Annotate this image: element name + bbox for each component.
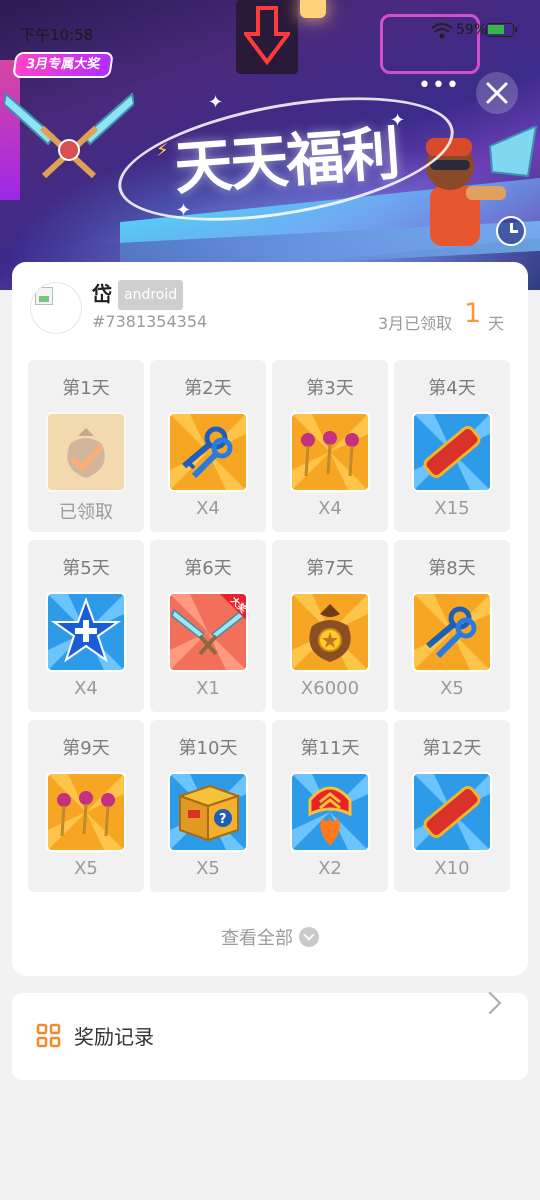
close-button[interactable] xyxy=(476,72,518,114)
svg-text:?: ? xyxy=(219,812,227,827)
reward-cell-day8[interactable]: 第8天 X5 xyxy=(394,540,510,712)
user-name: 岱 xyxy=(92,282,112,306)
reward-cell-day10[interactable]: 第10天 ? X5 xyxy=(150,720,266,892)
reward-day-label: 第6天 xyxy=(184,558,232,579)
reward-day-label: 第2天 xyxy=(184,378,232,399)
reward-cell-day2[interactable]: 第2天 X4 xyxy=(150,360,266,532)
grid-icon xyxy=(36,1023,61,1048)
rocket-boost-icon xyxy=(290,772,370,852)
battery-icon xyxy=(486,23,517,37)
reward-day-label: 第9天 xyxy=(62,738,110,759)
heart-keys-icon xyxy=(290,412,370,492)
reward-cell-day5[interactable]: 第5天 X4 xyxy=(28,540,144,712)
banner-title: 天天福利 xyxy=(172,119,401,203)
chevron-right-icon xyxy=(478,991,502,1015)
reward-cell-day6[interactable]: 第6天 大奖 X1 xyxy=(150,540,266,712)
reward-qty: X5 xyxy=(440,678,464,699)
reward-day-label: 第5天 xyxy=(62,558,110,579)
reward-cell-day9[interactable]: 第9天 X5 xyxy=(28,720,144,892)
battery-percent: 59% xyxy=(456,22,488,38)
reward-qty: X5 xyxy=(74,858,98,879)
checkin-card: 岱 android #7381354354 3月已领取 1 天 第1天 已领取 … xyxy=(12,262,528,976)
reward-cell-day3[interactable]: 第3天 X4 xyxy=(272,360,388,532)
keys-icon xyxy=(412,592,492,672)
star-plus-icon xyxy=(46,592,126,672)
reward-qty: X10 xyxy=(434,858,470,879)
reward-cell-day1[interactable]: 第1天 已领取 xyxy=(28,360,144,532)
status-time: 下午10:58 xyxy=(20,26,94,44)
reward-day-label: 第8天 xyxy=(428,558,476,579)
heart-keys-icon xyxy=(46,772,126,852)
reward-qty: X4 xyxy=(196,498,220,519)
reward-qty: X4 xyxy=(74,678,98,699)
reward-day-label: 第4天 xyxy=(428,378,476,399)
reward-records-row[interactable]: 奖励记录 xyxy=(12,991,528,1080)
reward-day-label: 第10天 xyxy=(178,738,238,759)
claimed-label: 3月已领取 xyxy=(378,314,453,333)
reward-qty: X6000 xyxy=(300,678,360,699)
close-icon xyxy=(486,82,508,104)
coin-bag-claimed-icon xyxy=(46,412,126,492)
hoverboard-icon xyxy=(412,772,492,852)
hoverboard-icon xyxy=(412,412,492,492)
reward-cell-day7[interactable]: 第7天 X6000 xyxy=(272,540,388,712)
reward-cell-day11[interactable]: 第11天 X2 xyxy=(272,720,388,892)
user-id: #7381354354 xyxy=(92,312,208,331)
coin-bag-icon xyxy=(290,592,370,672)
claimed-days-count: 1 xyxy=(464,298,482,329)
more-dots-icon[interactable]: ••• xyxy=(418,75,459,106)
reward-qty: X15 xyxy=(434,498,470,519)
reward-cell-day12[interactable]: 第12天 X10 xyxy=(394,720,510,892)
status-bar: 下午10:58 59% xyxy=(0,0,540,64)
keys-icon xyxy=(168,412,248,492)
mystery-box-icon: ? xyxy=(168,772,248,852)
reward-qty: X1 xyxy=(196,678,220,699)
claimed-days-unit: 天 xyxy=(488,314,505,333)
crossed-blades-icon xyxy=(4,92,134,179)
reward-day-label: 第3天 xyxy=(306,378,354,399)
weapon-icon: 大奖 xyxy=(168,592,248,672)
reward-qty: X5 xyxy=(196,858,220,879)
reward-qty: X4 xyxy=(318,498,342,519)
view-all-label: 查看全部 xyxy=(221,928,293,949)
reward-records-label: 奖励记录 xyxy=(74,1025,154,1049)
wifi-icon xyxy=(431,23,453,39)
reward-qty: 已领取 xyxy=(59,502,113,523)
reward-day-label: 第7天 xyxy=(306,558,354,579)
reward-cell-day4[interactable]: 第4天 X15 xyxy=(394,360,510,532)
reward-day-label: 第11天 xyxy=(300,738,360,759)
reward-day-label: 第1天 xyxy=(62,378,110,399)
reward-day-label: 第12天 xyxy=(422,738,482,759)
reward-qty: X2 xyxy=(318,858,342,879)
platform-tag: android xyxy=(118,280,184,310)
avatar[interactable] xyxy=(30,282,82,334)
clock-icon[interactable] xyxy=(496,216,526,246)
view-all-button[interactable]: 查看全部 xyxy=(12,924,528,954)
chevron-down-icon xyxy=(299,927,319,947)
